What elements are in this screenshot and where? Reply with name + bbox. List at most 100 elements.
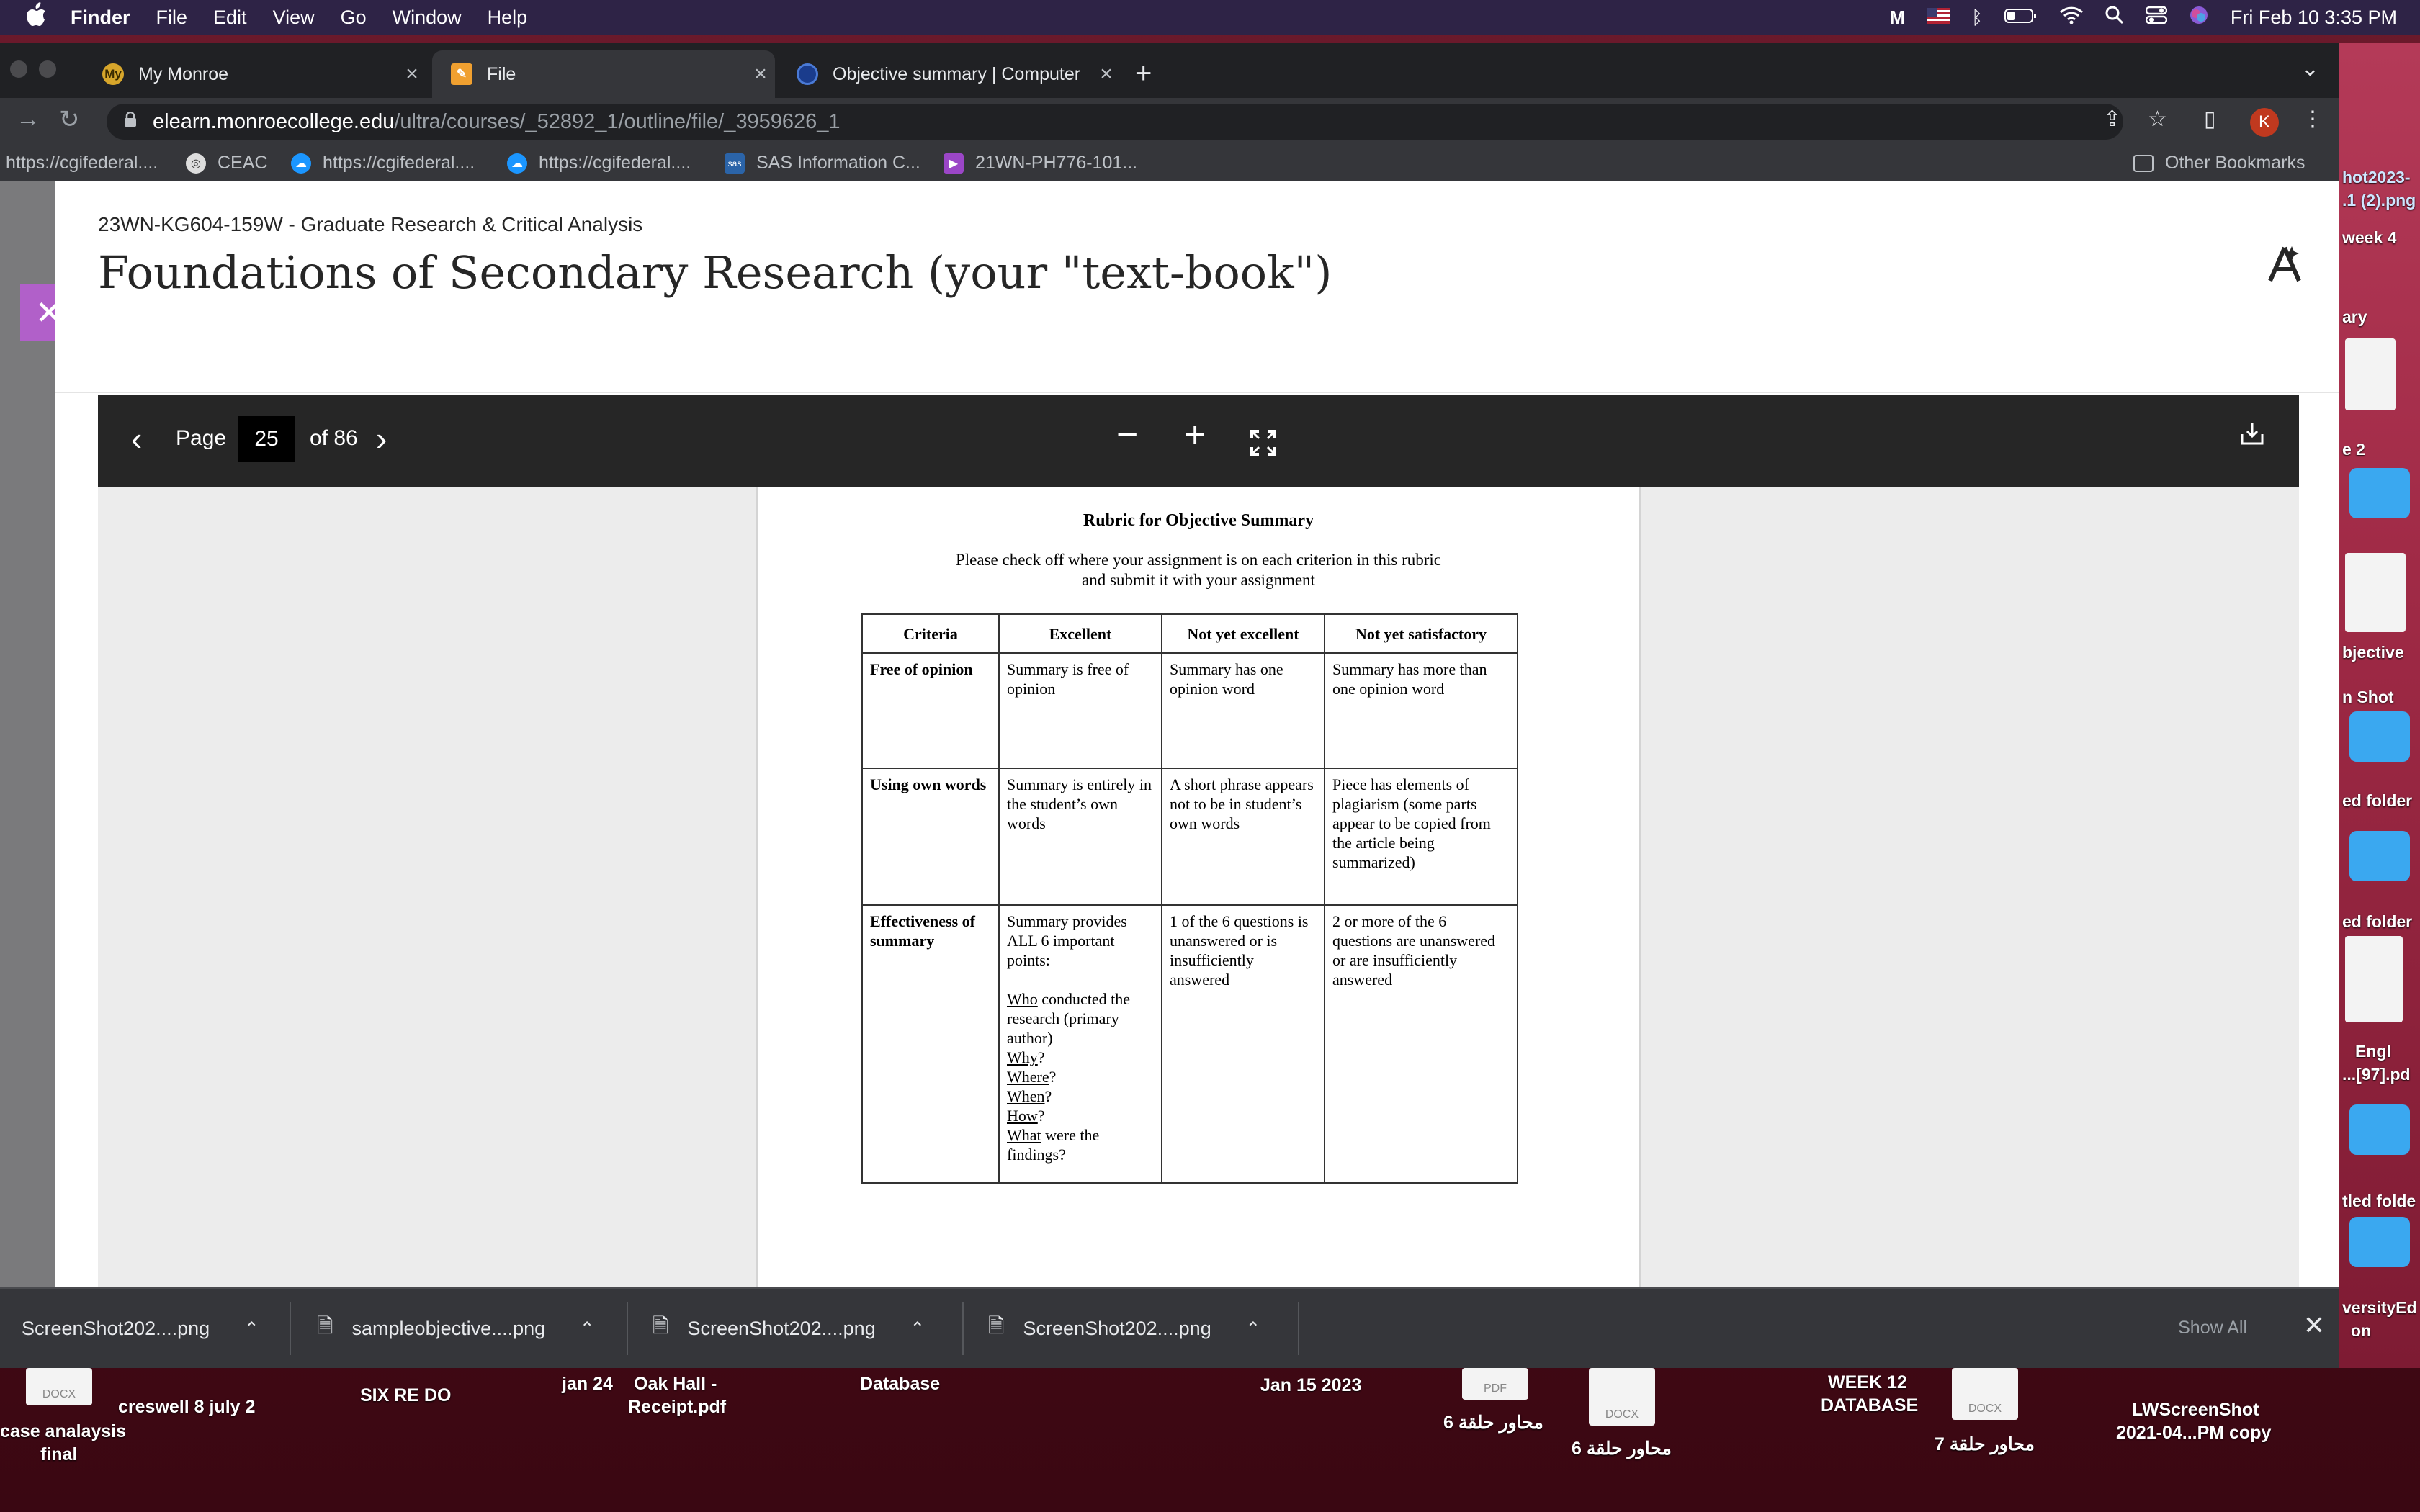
desktop-label[interactable]: hot2023- xyxy=(2342,166,2411,189)
bookmark-item[interactable]: https://cgifederal.... xyxy=(6,153,158,174)
desktop-label[interactable]: LWScreenShot xyxy=(2132,1398,2259,1421)
folder-icon[interactable] xyxy=(2349,1217,2410,1267)
tab-close-icon[interactable]: × xyxy=(746,62,775,86)
desktop-label[interactable]: on xyxy=(2351,1319,2371,1342)
desktop-label[interactable]: ary xyxy=(2342,305,2367,328)
desktop-file-icon[interactable] xyxy=(2345,553,2406,632)
side-panel-icon[interactable]: ▯ xyxy=(2204,107,2216,132)
menu-view[interactable]: View xyxy=(273,6,315,29)
desktop-label[interactable]: bjective xyxy=(2342,641,2404,664)
chevron-up-icon[interactable]: ⌃ xyxy=(1246,1318,1260,1339)
forward-arrow-icon[interactable]: → xyxy=(16,105,40,133)
window-close-button[interactable] xyxy=(10,60,27,78)
desktop-label[interactable]: 2021-04...PM copy xyxy=(2116,1421,2271,1444)
accessibility-alternative-formats-icon[interactable] xyxy=(2264,245,2305,295)
folder-icon[interactable] xyxy=(2349,468,2410,518)
menu-go[interactable]: Go xyxy=(341,6,367,29)
desktop-label[interactable]: versityEd xyxy=(2342,1296,2417,1319)
lock-icon[interactable] xyxy=(124,111,137,132)
desktop-file-icon[interactable]: DOCX xyxy=(1952,1368,2018,1420)
control-center-icon[interactable] xyxy=(2145,6,2168,30)
download-item[interactable]: ScreenShot202....png ⌃ xyxy=(22,1289,259,1368)
tab-my-monroe[interactable]: My My Monroe × xyxy=(84,50,426,98)
window-minimize-button[interactable] xyxy=(39,60,56,78)
menu-app-name[interactable]: Finder xyxy=(71,6,130,29)
desktop-label[interactable]: n Shot xyxy=(2342,685,2394,708)
menu-clock[interactable]: Fri Feb 10 3:35 PM xyxy=(2231,6,2397,29)
download-icon[interactable] xyxy=(2240,420,2264,453)
siri-icon[interactable] xyxy=(2189,5,2209,30)
chevron-up-icon[interactable]: ⌃ xyxy=(244,1318,259,1339)
spotlight-search-icon[interactable] xyxy=(2105,6,2124,30)
folder-icon[interactable] xyxy=(2349,831,2410,881)
desktop-label[interactable]: .1 (2).png xyxy=(2342,189,2416,212)
profile-avatar[interactable]: K xyxy=(2250,108,2279,137)
menu-help[interactable]: Help xyxy=(488,6,528,29)
new-tab-plus-icon[interactable]: + xyxy=(1135,58,1152,90)
desktop-label[interactable]: محاور حلقة 7 xyxy=(1935,1433,2035,1456)
desktop-label[interactable]: ...[97].pd xyxy=(2342,1063,2411,1086)
bookmark-item[interactable]: ▶ 21WN-PH776-101... xyxy=(944,153,1137,174)
tab-file[interactable]: ✎ File × xyxy=(432,50,775,98)
desktop-label[interactable]: e 2 xyxy=(2342,438,2365,461)
desktop-label[interactable]: Engl xyxy=(2355,1040,2391,1063)
chevron-up-icon[interactable]: ⌃ xyxy=(910,1318,925,1339)
desktop-file-icon[interactable]: DOCX xyxy=(1589,1368,1655,1426)
next-page-chevron-icon[interactable]: › xyxy=(376,419,387,458)
tab-search-chevron-icon[interactable]: ⌄ xyxy=(2301,56,2319,81)
bookmark-item[interactable]: ☁ https://cgifederal.... xyxy=(507,153,691,174)
show-all-button[interactable]: Show All xyxy=(2178,1318,2247,1338)
download-item[interactable]: 🗎 ScreenShot202....png ⌃ xyxy=(653,1289,925,1368)
tab-close-icon[interactable]: × xyxy=(1092,62,1121,86)
desktop-label[interactable]: ed folder xyxy=(2342,910,2412,933)
desktop-label[interactable]: Receipt.pdf xyxy=(628,1395,726,1418)
desktop-label[interactable]: week 4 xyxy=(2342,226,2396,249)
desktop-file-icon[interactable]: PDF xyxy=(1462,1368,1528,1400)
desktop-file-icon[interactable] xyxy=(2345,338,2396,410)
bluetooth-icon[interactable]: ᛒ xyxy=(1971,6,1983,29)
folder-icon[interactable] xyxy=(2349,711,2410,762)
close-shelf-icon[interactable]: ✕ xyxy=(2303,1310,2325,1341)
apple-icon[interactable] xyxy=(26,2,55,32)
wifi-icon[interactable] xyxy=(2059,6,2084,30)
menu-edit[interactable]: Edit xyxy=(213,6,247,29)
desktop-label[interactable]: SIX RE DO xyxy=(360,1384,451,1407)
menu-window[interactable]: Window xyxy=(393,6,462,29)
desktop-label[interactable]: final xyxy=(40,1443,77,1466)
desktop-label[interactable]: Jan 15 2023 xyxy=(1260,1374,1361,1397)
previous-page-chevron-icon[interactable]: ‹ xyxy=(131,419,142,458)
menu-file[interactable]: File xyxy=(156,6,188,29)
desktop-label[interactable]: DATABASE xyxy=(1821,1394,1918,1417)
desktop-file-icon[interactable] xyxy=(2345,936,2403,1022)
desktop-label[interactable]: Database xyxy=(860,1372,940,1395)
battery-icon[interactable] xyxy=(2004,6,2038,29)
desktop-label[interactable]: WEEK 12 xyxy=(1828,1371,1907,1394)
download-item[interactable]: 🗎 sampleobjective....png ⌃ xyxy=(317,1289,594,1368)
share-icon[interactable]: ⇪ xyxy=(2103,107,2121,132)
desktop-label[interactable]: ed folder xyxy=(2342,789,2412,812)
zoom-out-icon[interactable]: − xyxy=(1116,413,1138,456)
bookmark-item[interactable]: ☁ https://cgifederal.... xyxy=(291,153,475,174)
reload-icon[interactable]: ↻ xyxy=(59,105,80,134)
tab-objective-summary[interactable]: Objective summary | Computer × xyxy=(778,50,1121,98)
us-flag-icon[interactable] xyxy=(1927,6,1950,29)
zoom-in-icon[interactable]: + xyxy=(1184,413,1206,456)
folder-icon[interactable] xyxy=(2349,1104,2410,1155)
menu-kebab-icon[interactable]: ⋮ xyxy=(2302,107,2323,132)
tab-close-icon[interactable]: × xyxy=(398,62,426,86)
fullscreen-icon[interactable] xyxy=(1250,422,1276,465)
chevron-up-icon[interactable]: ⌃ xyxy=(580,1318,594,1339)
desktop-file-icon[interactable]: DOCX xyxy=(26,1368,92,1405)
desktop-label[interactable]: Oak Hall - xyxy=(634,1372,717,1395)
desktop-label[interactable]: tled folde xyxy=(2342,1189,2416,1212)
bookmark-star-icon[interactable]: ☆ xyxy=(2148,107,2167,132)
other-bookmarks[interactable]: Other Bookmarks xyxy=(2133,153,2305,174)
desktop-label[interactable]: jan 24 xyxy=(562,1372,613,1395)
malwarebytes-icon[interactable]: M xyxy=(1890,6,1906,29)
desktop-label[interactable]: creswell 8 july 2 xyxy=(118,1395,255,1418)
desktop-label[interactable]: case analaysis xyxy=(0,1420,126,1443)
bookmark-item[interactable]: sas SAS Information C... xyxy=(725,153,920,174)
bookmark-item[interactable]: ◎ CEAC xyxy=(186,153,267,174)
download-item[interactable]: 🗎 ScreenShot202....png ⌃ xyxy=(988,1289,1260,1368)
page-number-input[interactable]: 25 xyxy=(238,416,295,462)
